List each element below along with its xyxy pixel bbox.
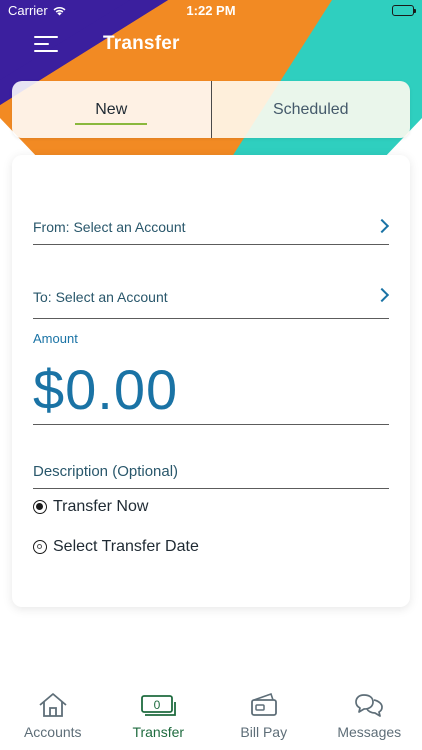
wallet-icon [249, 690, 279, 718]
tab-new[interactable]: New [12, 81, 212, 138]
nav-header: Transfer [0, 24, 422, 64]
hamburger-menu-icon[interactable] [34, 34, 58, 54]
status-bar: Carrier 1:22 PM [0, 0, 422, 22]
amount-value: $0.00 [33, 358, 179, 421]
amount-input[interactable]: $0.00 [33, 351, 389, 425]
tab-active-indicator [75, 123, 147, 125]
money-transfer-icon: 0 [140, 690, 177, 718]
tab-new-label: New [95, 100, 128, 118]
radio-unselected-icon [33, 540, 47, 554]
radio-select-transfer-date[interactable]: Select Transfer Date [33, 535, 199, 559]
clock-time: 1:22 PM [186, 3, 236, 18]
radio-transfer-now[interactable]: Transfer Now [33, 495, 148, 519]
tab-messages[interactable]: Messages [317, 690, 422, 750]
radio-select-date-label: Select Transfer Date [53, 538, 199, 555]
tab-transfer-label: Transfer [132, 724, 185, 740]
tab-bill-pay-label: Bill Pay [240, 724, 288, 740]
page-title: Transfer [103, 33, 180, 54]
tab-scheduled[interactable]: Scheduled [211, 81, 410, 138]
from-account-label: From: Select an Account [33, 219, 186, 235]
from-account-selector[interactable]: From: Select an Account [33, 203, 390, 245]
tab-scheduled-label: Scheduled [272, 100, 349, 118]
to-account-selector[interactable]: To: Select an Account [33, 273, 390, 319]
tab-accounts[interactable]: Accounts [0, 690, 106, 750]
battery-icon [392, 5, 416, 16]
bottom-tab-bar: Accounts 0 Transfer Bill Pay Messages [0, 690, 422, 750]
tab-transfer[interactable]: 0 Transfer [106, 690, 212, 750]
to-account-label: To: Select an Account [33, 289, 168, 305]
transfer-segmented-control: New Scheduled [12, 81, 410, 138]
description-input[interactable]: Description (Optional) [33, 453, 389, 489]
radio-transfer-now-label: Transfer Now [53, 498, 149, 515]
chevron-right-icon [374, 287, 390, 303]
amount-label: Amount [33, 331, 78, 346]
tab-messages-label: Messages [337, 724, 402, 740]
tab-bill-pay[interactable]: Bill Pay [211, 690, 317, 750]
svg-text:0: 0 [154, 698, 161, 712]
description-placeholder: Description (Optional) [33, 463, 179, 480]
chevron-right-icon [374, 218, 390, 234]
chat-bubbles-icon [354, 690, 384, 718]
transfer-form-card: From: Select an Account To: Select an Ac… [12, 155, 410, 607]
radio-selected-icon [33, 500, 47, 514]
home-icon [38, 690, 68, 718]
tab-accounts-label: Accounts [23, 724, 82, 740]
